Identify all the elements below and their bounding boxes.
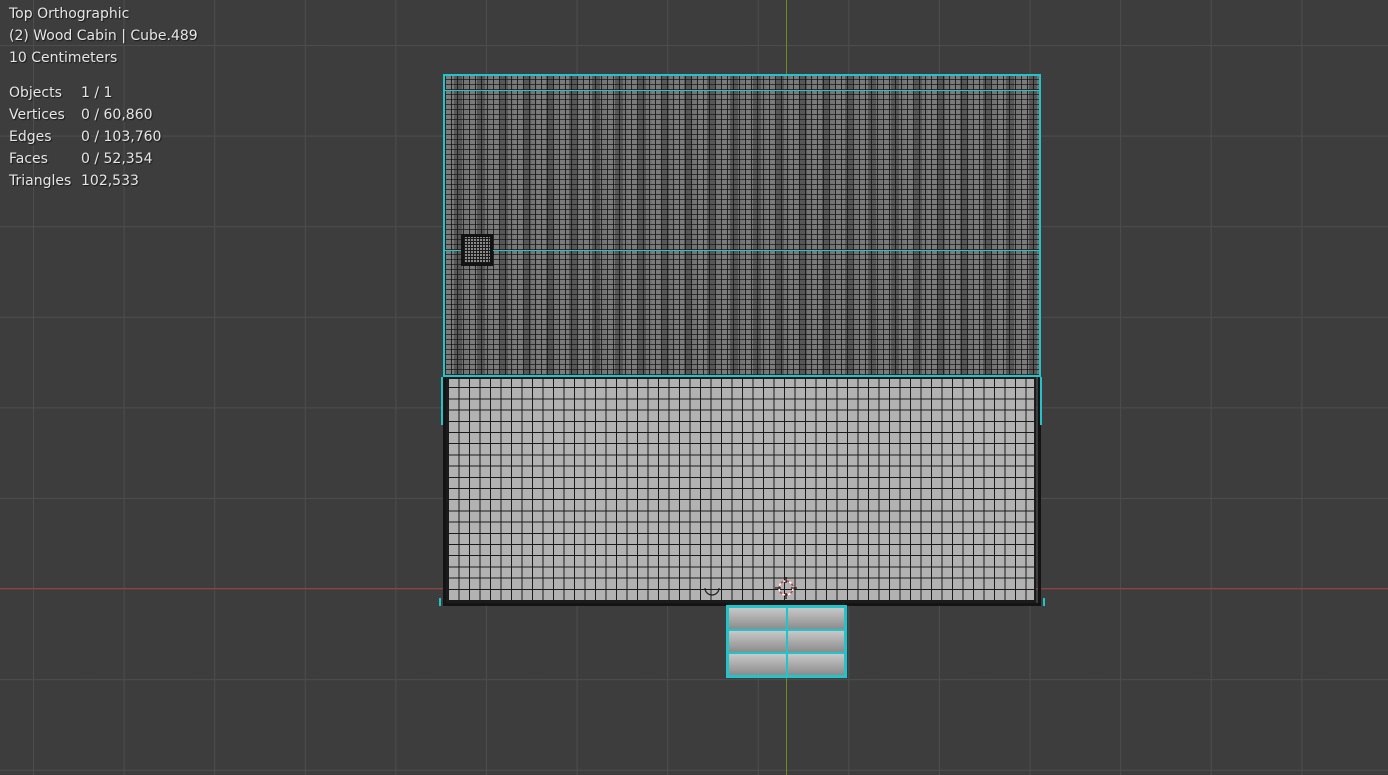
step-face [728,653,787,676]
roof-edge-line [445,90,1039,91]
stat-value: 102,533 [81,173,139,189]
step-face [728,607,787,630]
stat-label: Vertices [9,107,65,123]
stat-label: Triangles [9,173,72,189]
stat-label: Objects [9,85,62,101]
3d-viewport[interactable]: Top Orthographic (2) Wood Cabin | Cube.4… [0,0,1388,775]
roof-ridge-line [445,250,1039,251]
selection-corner-marker [1043,598,1045,606]
view-name: Top Orthographic [9,6,130,22]
selection-edge-marker [441,377,443,425]
stat-value: 1 / 1 [81,85,113,101]
grid-scale-label: 10 Centimeters [9,50,118,66]
active-object-label: (2) Wood Cabin | Cube.489 [9,28,198,44]
stat-row-objects: Objects 1 / 1 [9,82,198,104]
scene-statistics: Objects 1 / 1 Vertices 0 / 60,860 Edges … [9,82,198,192]
step-face [786,630,845,653]
stat-row-edges: Edges 0 / 103,760 [9,126,198,148]
step-face [786,607,845,630]
3d-cursor-icon[interactable] [775,577,797,599]
step-face [728,630,787,653]
stat-label: Faces [9,151,48,167]
stat-value: 0 / 103,760 [81,129,162,145]
selection-corner-marker [439,598,441,606]
cabin-steps-mesh[interactable] [726,605,847,678]
viewport-info-overlay: Top Orthographic (2) Wood Cabin | Cube.4… [9,3,198,192]
stat-label: Edges [9,129,52,145]
chimney-mesh[interactable] [461,234,493,266]
selection-edge-marker [1040,377,1042,425]
floor-outline [443,377,1041,606]
stat-row-vertices: Vertices 0 / 60,860 [9,104,198,126]
stat-row-triangles: Triangles 102,533 [9,170,198,192]
object-origin-icon [704,587,720,596]
stat-value: 0 / 60,860 [81,107,153,123]
stat-row-faces: Faces 0 / 52,354 [9,148,198,170]
cabin-roof-mesh[interactable] [443,74,1041,377]
step-face [786,653,845,676]
stat-value: 0 / 52,354 [81,151,153,167]
